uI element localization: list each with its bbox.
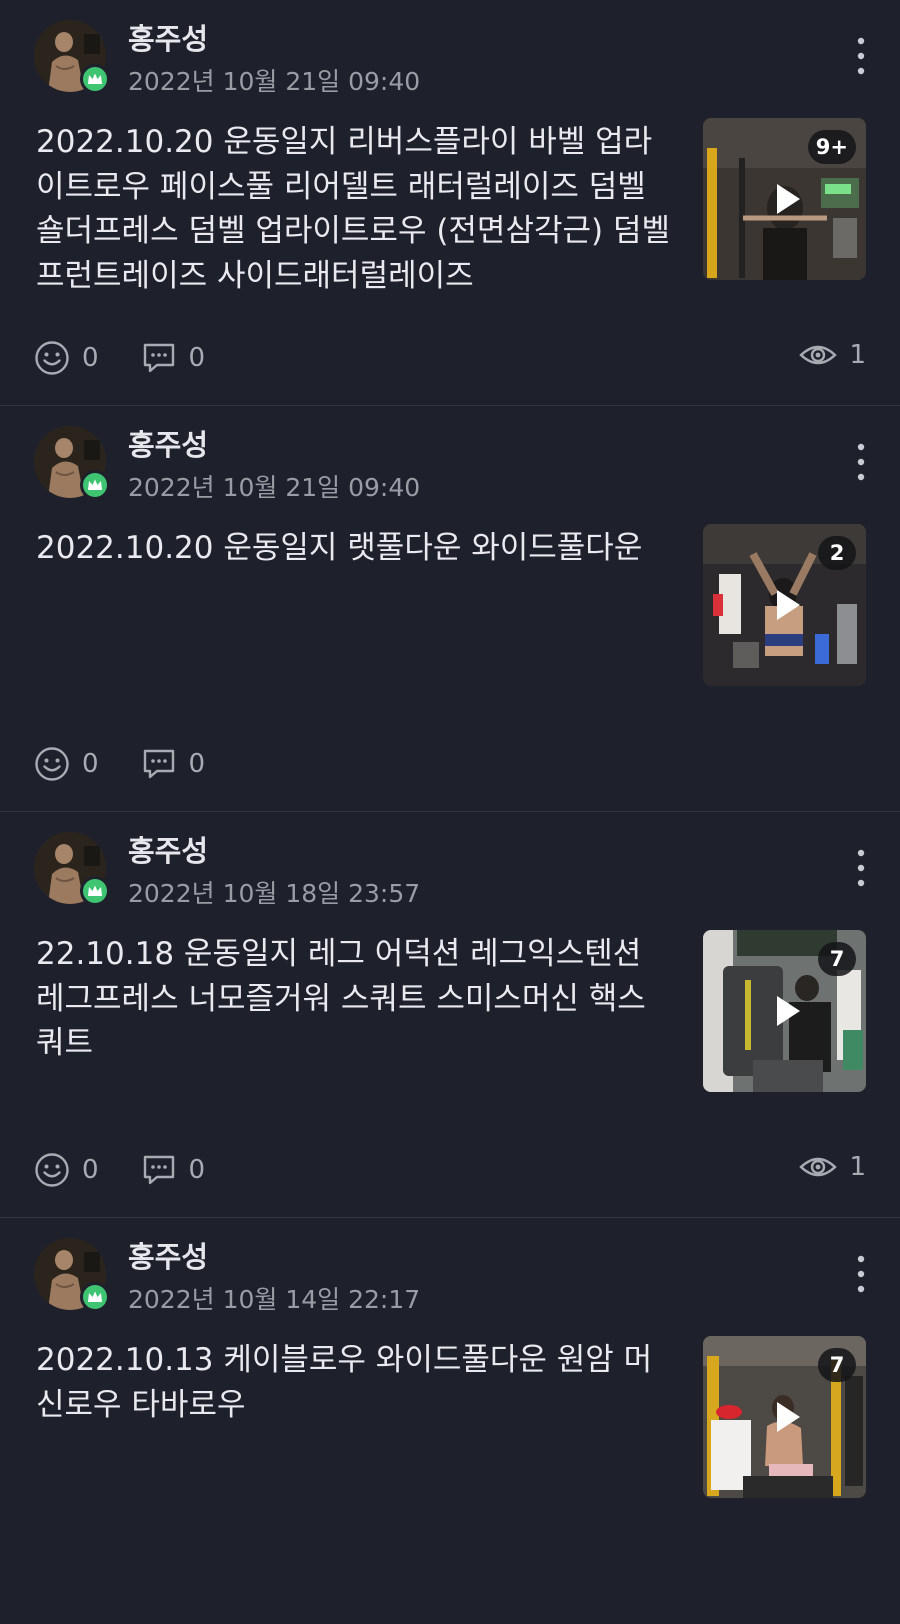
media-thumbnail[interactable]: 7 <box>703 930 866 1092</box>
media-count-badge: 9+ <box>807 130 856 164</box>
crown-icon <box>80 876 110 906</box>
avatar[interactable] <box>34 832 110 906</box>
avatar[interactable] <box>34 1238 110 1312</box>
media-count-badge: 7 <box>818 942 856 976</box>
comment-count: 0 <box>188 749 206 779</box>
comment-button[interactable]: 0 <box>141 1152 206 1188</box>
post-timestamp: 2022년 10월 21일 09:40 <box>128 473 421 502</box>
more-vertical-icon[interactable] <box>850 848 872 888</box>
post-actions: 0 0 <box>34 340 247 376</box>
reaction-button[interactable]: 0 <box>34 1152 99 1188</box>
view-count: 1 <box>799 340 866 370</box>
media-count-badge: 7 <box>818 1348 856 1382</box>
comment-icon <box>143 1155 174 1185</box>
author-name[interactable]: 홍주성 <box>128 422 208 464</box>
avatar[interactable] <box>34 426 110 500</box>
comment-icon <box>143 343 174 373</box>
post-card[interactable]: 홍주성 2022년 10월 21일 09:40 2022.10.20 운동일지 … <box>0 406 900 812</box>
media-count-badge: 2 <box>818 536 856 570</box>
comment-count: 0 <box>188 1155 206 1185</box>
comment-icon <box>143 749 174 779</box>
view-count-value: 1 <box>849 340 866 370</box>
more-vertical-icon[interactable] <box>850 442 872 482</box>
media-thumbnail[interactable]: 2 <box>703 524 866 686</box>
smiley-icon <box>35 341 69 375</box>
post-card[interactable]: 홍주성 2022년 10월 18일 23:57 22.10.18 운동일지 레그… <box>0 812 900 1218</box>
reaction-count: 0 <box>82 1155 99 1185</box>
view-count: 1 <box>799 1152 866 1182</box>
post-text[interactable]: 2022.10.13 케이블로우 와이드풀다운 원암 머신로우 타바로우 <box>36 1338 674 1427</box>
eye-icon <box>799 1157 838 1177</box>
reaction-button[interactable]: 0 <box>34 340 99 376</box>
play-icon <box>776 184 800 214</box>
reaction-count: 0 <box>82 343 99 373</box>
author-name[interactable]: 홍주성 <box>128 1234 208 1276</box>
post-text[interactable]: 2022.10.20 운동일지 리버스플라이 바벨 업라이트로우 페이스풀 리어… <box>36 120 674 298</box>
eye-icon <box>799 345 838 365</box>
media-thumbnail[interactable]: 9+ <box>703 118 866 280</box>
post-timestamp: 2022년 10월 18일 23:57 <box>128 879 421 908</box>
view-count-value: 1 <box>849 1152 866 1182</box>
play-icon <box>776 590 800 620</box>
crown-icon <box>80 470 110 500</box>
post-timestamp: 2022년 10월 21일 09:40 <box>128 67 421 96</box>
post-card[interactable]: 홍주성 2022년 10월 21일 09:40 2022.10.20 운동일지 … <box>0 0 900 406</box>
post-feed: 홍주성 2022년 10월 21일 09:40 2022.10.20 운동일지 … <box>0 0 900 1624</box>
crown-icon <box>80 64 110 94</box>
post-actions: 0 0 <box>34 746 247 782</box>
smiley-icon <box>35 1153 69 1187</box>
media-thumbnail[interactable]: 7 <box>703 1336 866 1498</box>
comment-button[interactable]: 0 <box>141 340 206 376</box>
crown-icon <box>80 1282 110 1312</box>
post-timestamp: 2022년 10월 14일 22:17 <box>128 1285 421 1314</box>
play-icon <box>776 996 800 1026</box>
smiley-icon <box>35 747 69 781</box>
play-icon <box>776 1402 800 1432</box>
post-actions: 0 0 <box>34 1152 247 1188</box>
more-vertical-icon[interactable] <box>850 36 872 76</box>
reaction-count: 0 <box>82 749 99 779</box>
comment-count: 0 <box>188 343 206 373</box>
avatar[interactable] <box>34 20 110 94</box>
post-text[interactable]: 22.10.18 운동일지 레그 어덕션 레그익스텐션 레그프레스 너모즐거워 … <box>36 932 674 1066</box>
post-text[interactable]: 2022.10.20 운동일지 랫풀다운 와이드풀다운 <box>36 526 674 571</box>
author-name[interactable]: 홍주성 <box>128 828 208 870</box>
comment-button[interactable]: 0 <box>141 746 206 782</box>
more-vertical-icon[interactable] <box>850 1254 872 1294</box>
author-name[interactable]: 홍주성 <box>128 16 208 58</box>
post-card[interactable]: 홍주성 2022년 10월 14일 22:17 2022.10.13 케이블로우… <box>0 1218 900 1624</box>
reaction-button[interactable]: 0 <box>34 746 99 782</box>
